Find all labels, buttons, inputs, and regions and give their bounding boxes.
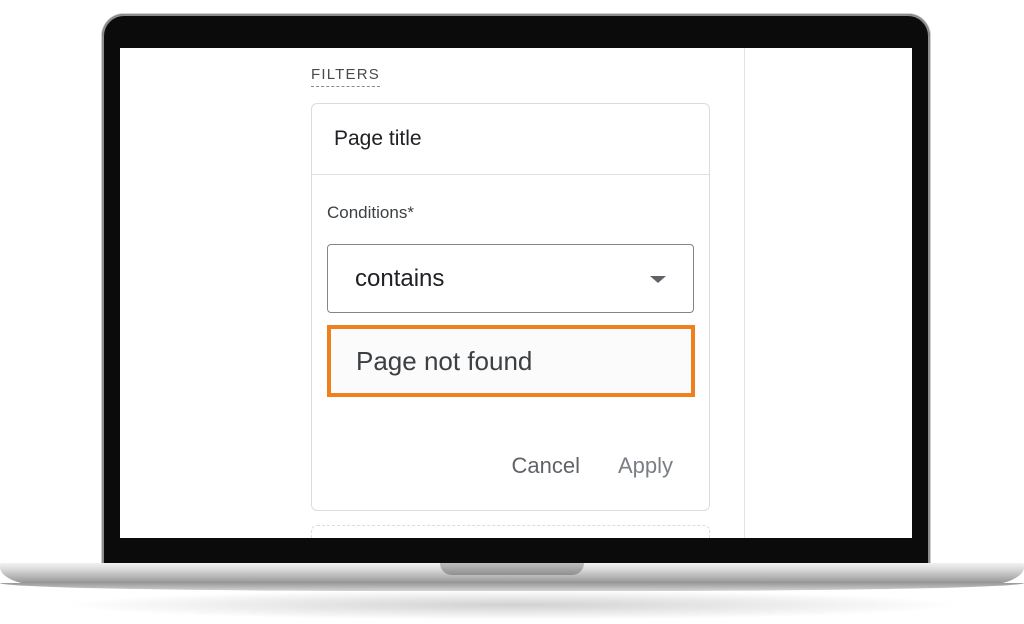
next-filter-card (311, 525, 710, 538)
filter-value-text: Page not found (356, 345, 533, 376)
condition-select[interactable]: contains (327, 244, 694, 313)
filter-dimension-title: Page title (334, 127, 422, 150)
conditions-label: Conditions* (327, 203, 414, 222)
filter-card: Page title Conditions* contains Page not… (311, 103, 710, 511)
caret-down-icon (650, 276, 666, 283)
filters-section-label: FILTERS (311, 66, 380, 87)
panel-divider (744, 48, 745, 538)
cancel-button[interactable]: Cancel (511, 453, 579, 479)
filter-actions: Cancel Apply (511, 453, 673, 479)
screen: FILTERS Page title Conditions* contains … (120, 48, 912, 538)
filter-value-field[interactable]: Page not found (327, 325, 695, 397)
apply-button[interactable]: Apply (618, 453, 673, 479)
laptop-hinge-notch (440, 563, 584, 575)
filter-card-header: Page title (312, 104, 709, 175)
laptop-shadow (60, 590, 964, 620)
condition-select-value: contains (355, 264, 445, 292)
